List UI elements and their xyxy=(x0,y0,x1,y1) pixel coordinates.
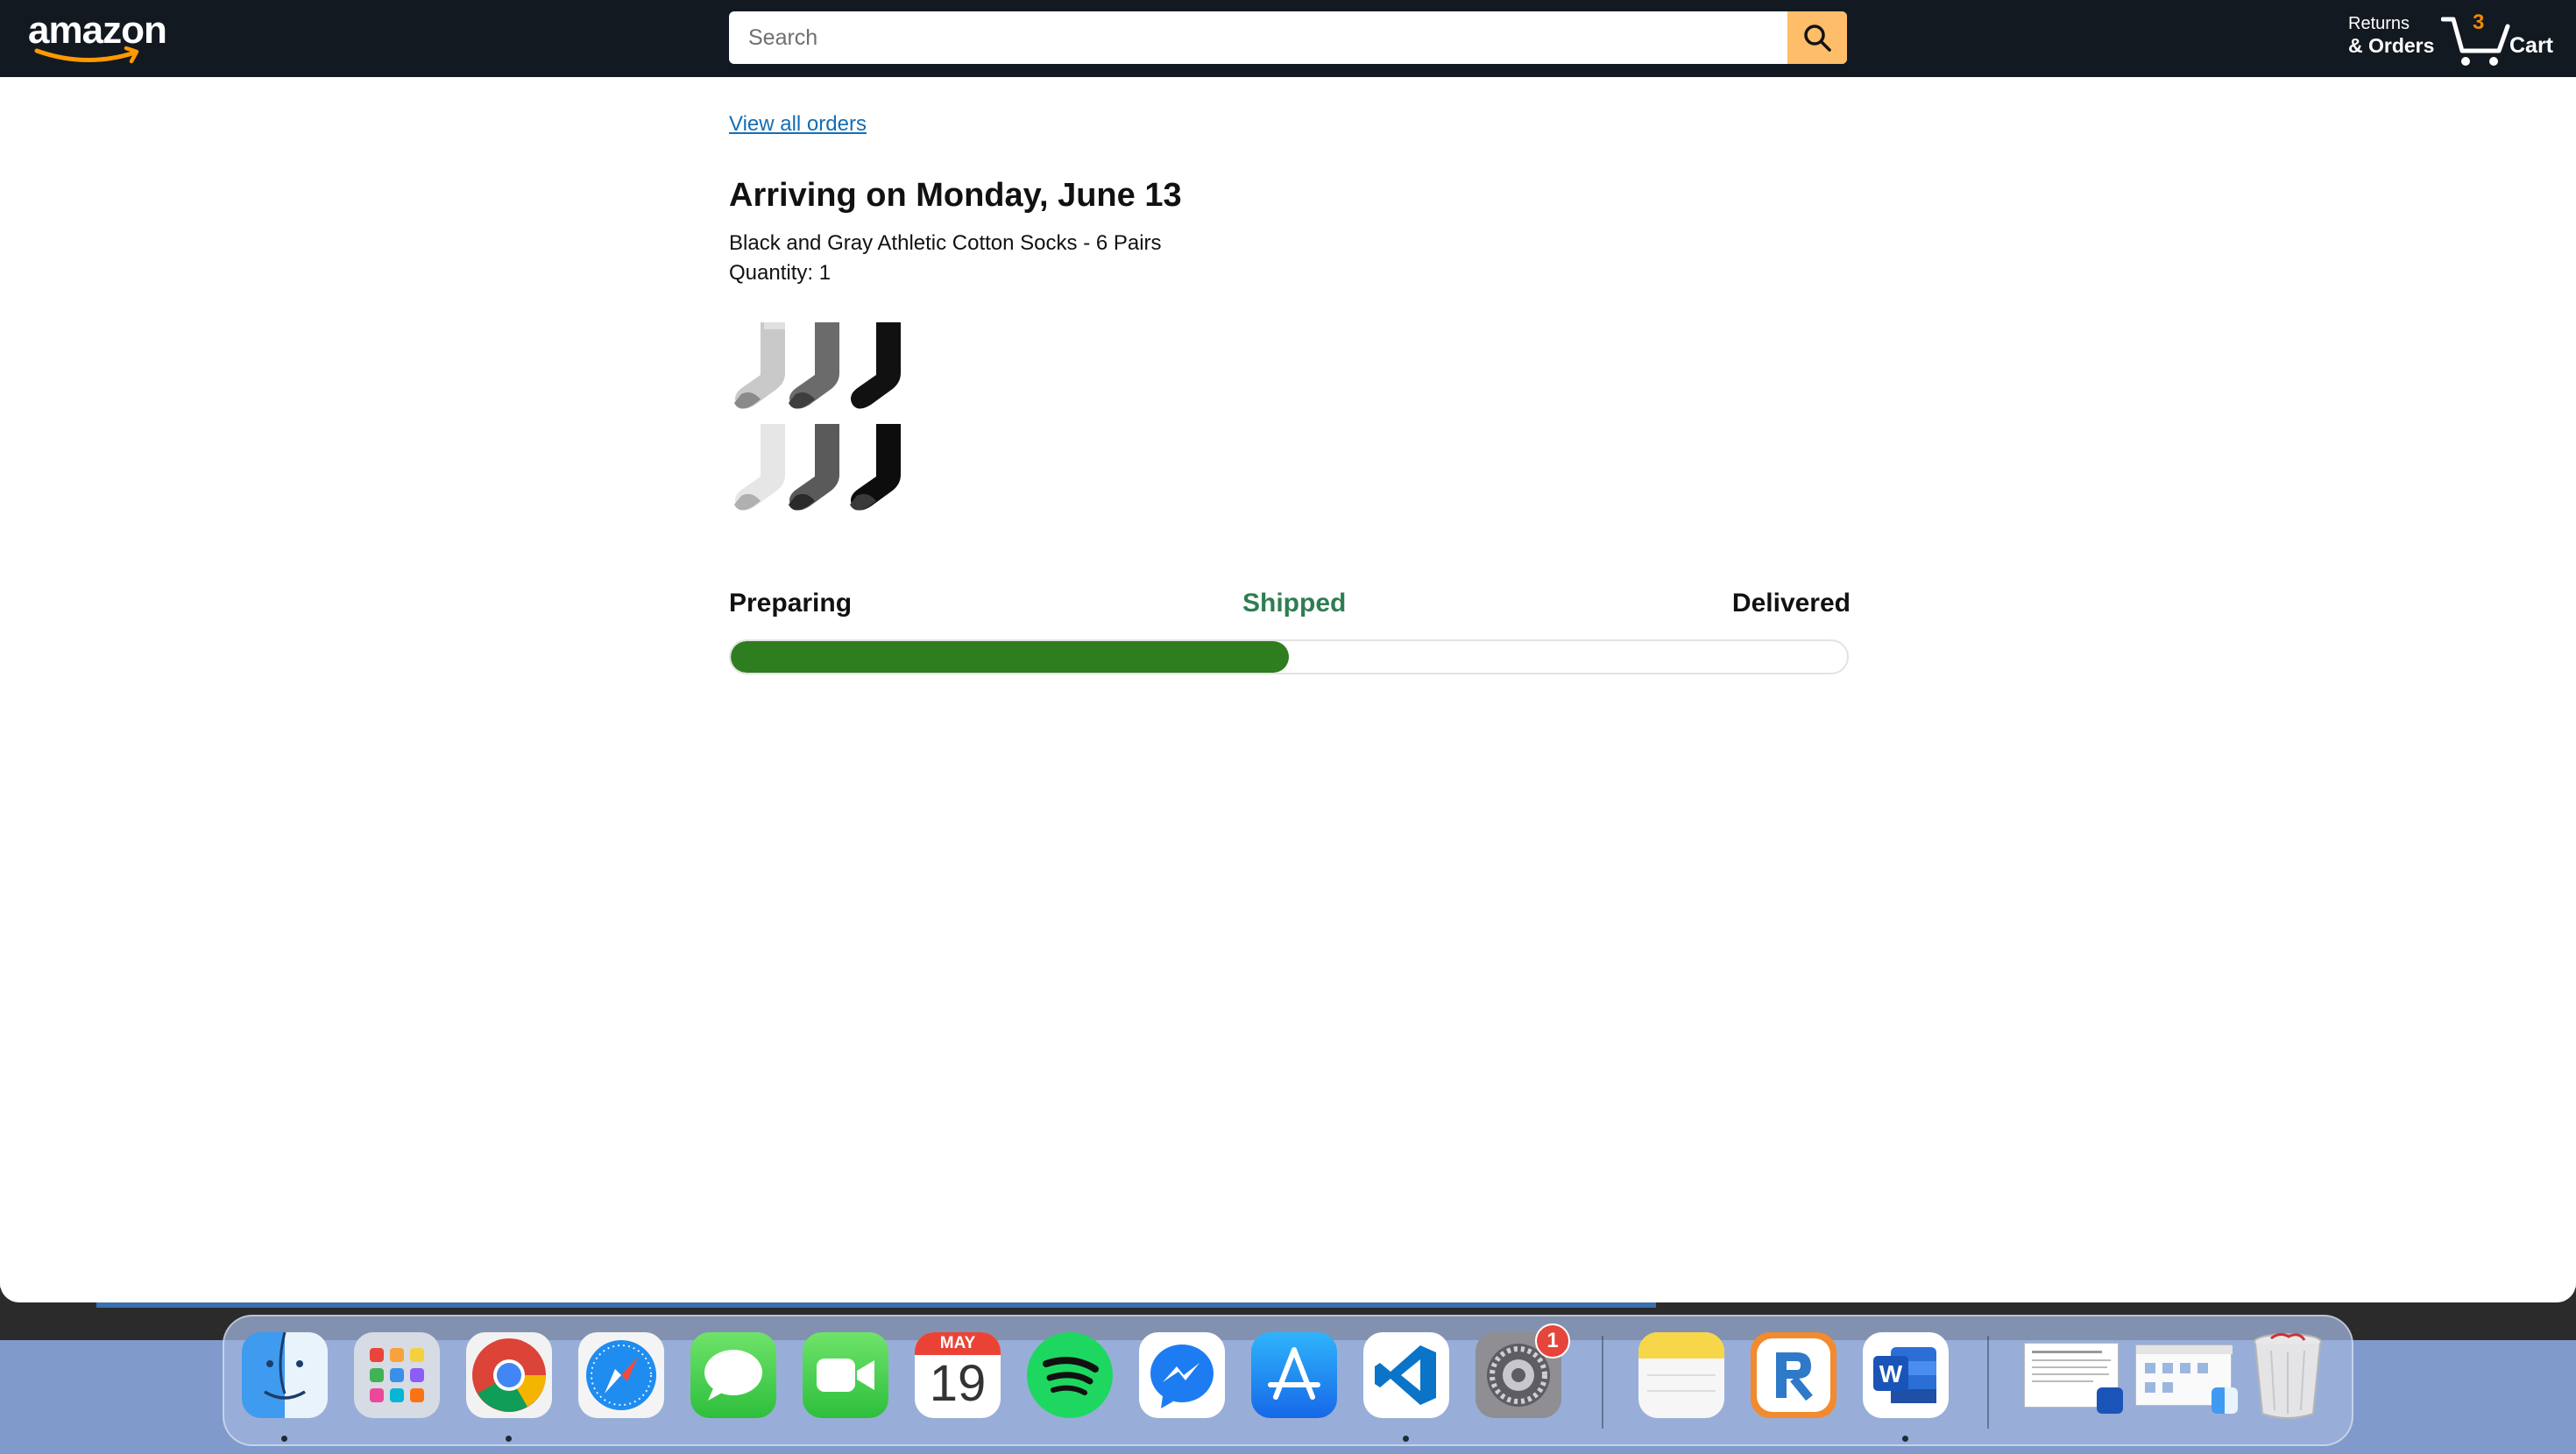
returns-orders-link[interactable]: Returns & Orders xyxy=(2348,14,2434,57)
search-input[interactable] xyxy=(729,11,1787,64)
smile-arrow-icon xyxy=(34,46,139,64)
messenger-icon[interactable] xyxy=(1139,1332,1225,1418)
settings-notification-badge: 1 xyxy=(1535,1323,1570,1359)
calendar-icon[interactable]: MAY 19 xyxy=(915,1332,1001,1418)
vscode-running-dot xyxy=(1403,1436,1409,1442)
rd-icon[interactable] xyxy=(1751,1332,1836,1418)
search-icon xyxy=(1804,25,1831,52)
step-shipped: Shipped xyxy=(1242,589,1347,618)
dock-separator xyxy=(1602,1336,1603,1429)
macos-dock: MAY 19 1 W xyxy=(223,1315,2353,1446)
step-delivered: Delivered xyxy=(1731,589,1851,618)
tracking-steps: Preparing Shipped Delivered xyxy=(729,589,1851,624)
dock-separator xyxy=(1987,1336,1989,1429)
finder-running-dot xyxy=(281,1436,287,1442)
calendar-month: MAY xyxy=(915,1332,1001,1355)
notes-icon[interactable] xyxy=(1638,1332,1724,1418)
quantity-label: Quantity: 1 xyxy=(729,261,832,285)
background-window-strip xyxy=(96,1302,1656,1308)
vscode-icon[interactable] xyxy=(1363,1332,1449,1418)
returns-label: Returns xyxy=(2348,14,2410,33)
orders-label: & Orders xyxy=(2348,34,2435,57)
finder-window-thumbnail[interactable] xyxy=(2133,1332,2238,1418)
safari-icon[interactable] xyxy=(578,1332,664,1418)
browser-window: amazon Returns & Orders 3 xyxy=(0,0,2576,1302)
calendar-day: 19 xyxy=(929,1355,987,1412)
chrome-running-dot xyxy=(506,1436,512,1442)
product-name: Black and Gray Athletic Cotton Socks - 6… xyxy=(729,231,1162,255)
word-document-thumbnail[interactable] xyxy=(2020,1332,2123,1418)
tracking-progress-fill xyxy=(731,641,1289,673)
amazon-header: amazon Returns & Orders 3 xyxy=(0,0,2576,77)
arrival-heading: Arriving on Monday, June 13 xyxy=(729,177,1182,214)
view-all-orders-link[interactable]: View all orders xyxy=(729,112,867,137)
step-preparing: Preparing xyxy=(729,589,853,618)
word-icon[interactable]: W xyxy=(1863,1332,1949,1418)
tracking-progress-bar xyxy=(729,639,1849,674)
search-bar xyxy=(729,11,1847,64)
trash-icon[interactable] xyxy=(2245,1332,2331,1419)
word-running-dot xyxy=(1902,1436,1908,1442)
chrome-icon[interactable] xyxy=(466,1332,552,1418)
cart-button[interactable]: 3 Cart xyxy=(2441,7,2555,68)
messages-icon[interactable] xyxy=(690,1332,776,1418)
app-store-icon[interactable] xyxy=(1251,1332,1337,1418)
facetime-icon[interactable] xyxy=(803,1332,888,1418)
amazon-logo[interactable]: amazon xyxy=(28,9,168,64)
svg-text:W: W xyxy=(1879,1360,1903,1387)
finder-icon[interactable] xyxy=(242,1332,328,1418)
launchpad-icon[interactable] xyxy=(354,1332,440,1418)
product-image[interactable] xyxy=(729,319,913,520)
cart-label: Cart xyxy=(2509,33,2554,58)
search-button[interactable] xyxy=(1787,11,1847,64)
spotify-icon[interactable] xyxy=(1027,1332,1113,1418)
cart-icon xyxy=(2441,17,2510,66)
